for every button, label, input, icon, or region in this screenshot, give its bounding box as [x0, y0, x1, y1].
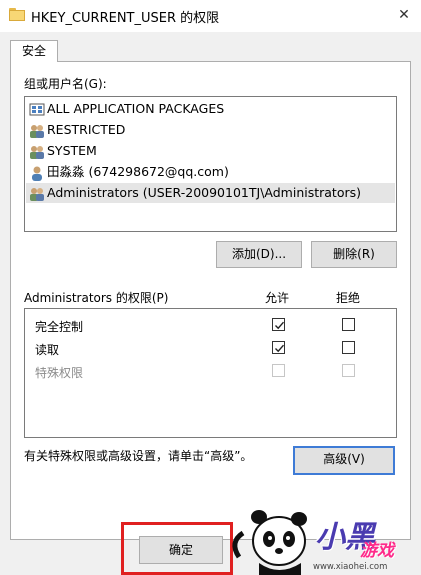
list-item-selected[interactable]: Administrators (USER-20090101TJ\Administ…	[26, 183, 395, 203]
allow-read-checkbox[interactable]	[272, 341, 285, 354]
advanced-hint: 有关特殊权限或高级设置，请单击“高级”。	[24, 449, 253, 463]
allow-full-control-checkbox[interactable]	[272, 318, 285, 331]
list-item-label: Administrators (USER-20090101TJ\Administ…	[47, 185, 362, 200]
list-item-label: ALL APPLICATION PACKAGES	[47, 101, 225, 116]
group-icon	[29, 123, 45, 139]
allow-special-checkbox	[272, 364, 285, 377]
group-icon	[29, 186, 45, 202]
app-packages-icon	[29, 102, 45, 118]
list-item[interactable]: ALL APPLICATION PACKAGES	[29, 99, 224, 119]
groups-listbox[interactable]: ALL APPLICATION PACKAGES RESTRICTED SYST…	[24, 96, 397, 232]
folder-icon	[9, 8, 25, 21]
list-item-label: 田淼淼 (674298672@qq.com)	[47, 164, 229, 179]
list-item[interactable]: 田淼淼 (674298672@qq.com)	[29, 162, 229, 182]
remove-button[interactable]: 删除(R)	[311, 241, 397, 268]
close-button[interactable]: ✕	[392, 3, 416, 27]
permission-label-full-control: 完全控制	[35, 320, 84, 334]
add-button[interactable]: 添加(D)...	[216, 241, 302, 268]
permissions-title: Administrators 的权限(P)	[24, 291, 169, 305]
deny-header: 拒绝	[336, 291, 361, 305]
watermark-game-text: 游戏	[360, 541, 394, 561]
deny-read-checkbox[interactable]	[342, 341, 355, 354]
list-item[interactable]: SYSTEM	[29, 141, 97, 161]
groups-label: 组或用户名(G):	[24, 77, 107, 91]
list-item-label: RESTRICTED	[47, 122, 126, 137]
tab-security[interactable]: 安全	[10, 40, 58, 62]
deny-special-checkbox	[342, 364, 355, 377]
permission-label-special: 特殊权限	[35, 366, 84, 380]
window-title: HKEY_CURRENT_USER 的权限	[31, 11, 220, 26]
title-bar: HKEY_CURRENT_USER 的权限 ✕	[0, 0, 421, 32]
allow-header: 允许	[265, 291, 290, 305]
advanced-button[interactable]: 高级(V)	[293, 446, 395, 475]
permission-label-read: 读取	[35, 343, 60, 357]
highlight-box	[121, 522, 233, 575]
permissions-list: 完全控制 读取 特殊权限	[24, 308, 397, 438]
group-icon	[29, 144, 45, 160]
user-icon	[29, 165, 45, 181]
list-item[interactable]: RESTRICTED	[29, 120, 125, 140]
list-item-label: SYSTEM	[47, 143, 97, 158]
deny-full-control-checkbox[interactable]	[342, 318, 355, 331]
watermark-url: www.xiaohei.com	[313, 562, 388, 572]
